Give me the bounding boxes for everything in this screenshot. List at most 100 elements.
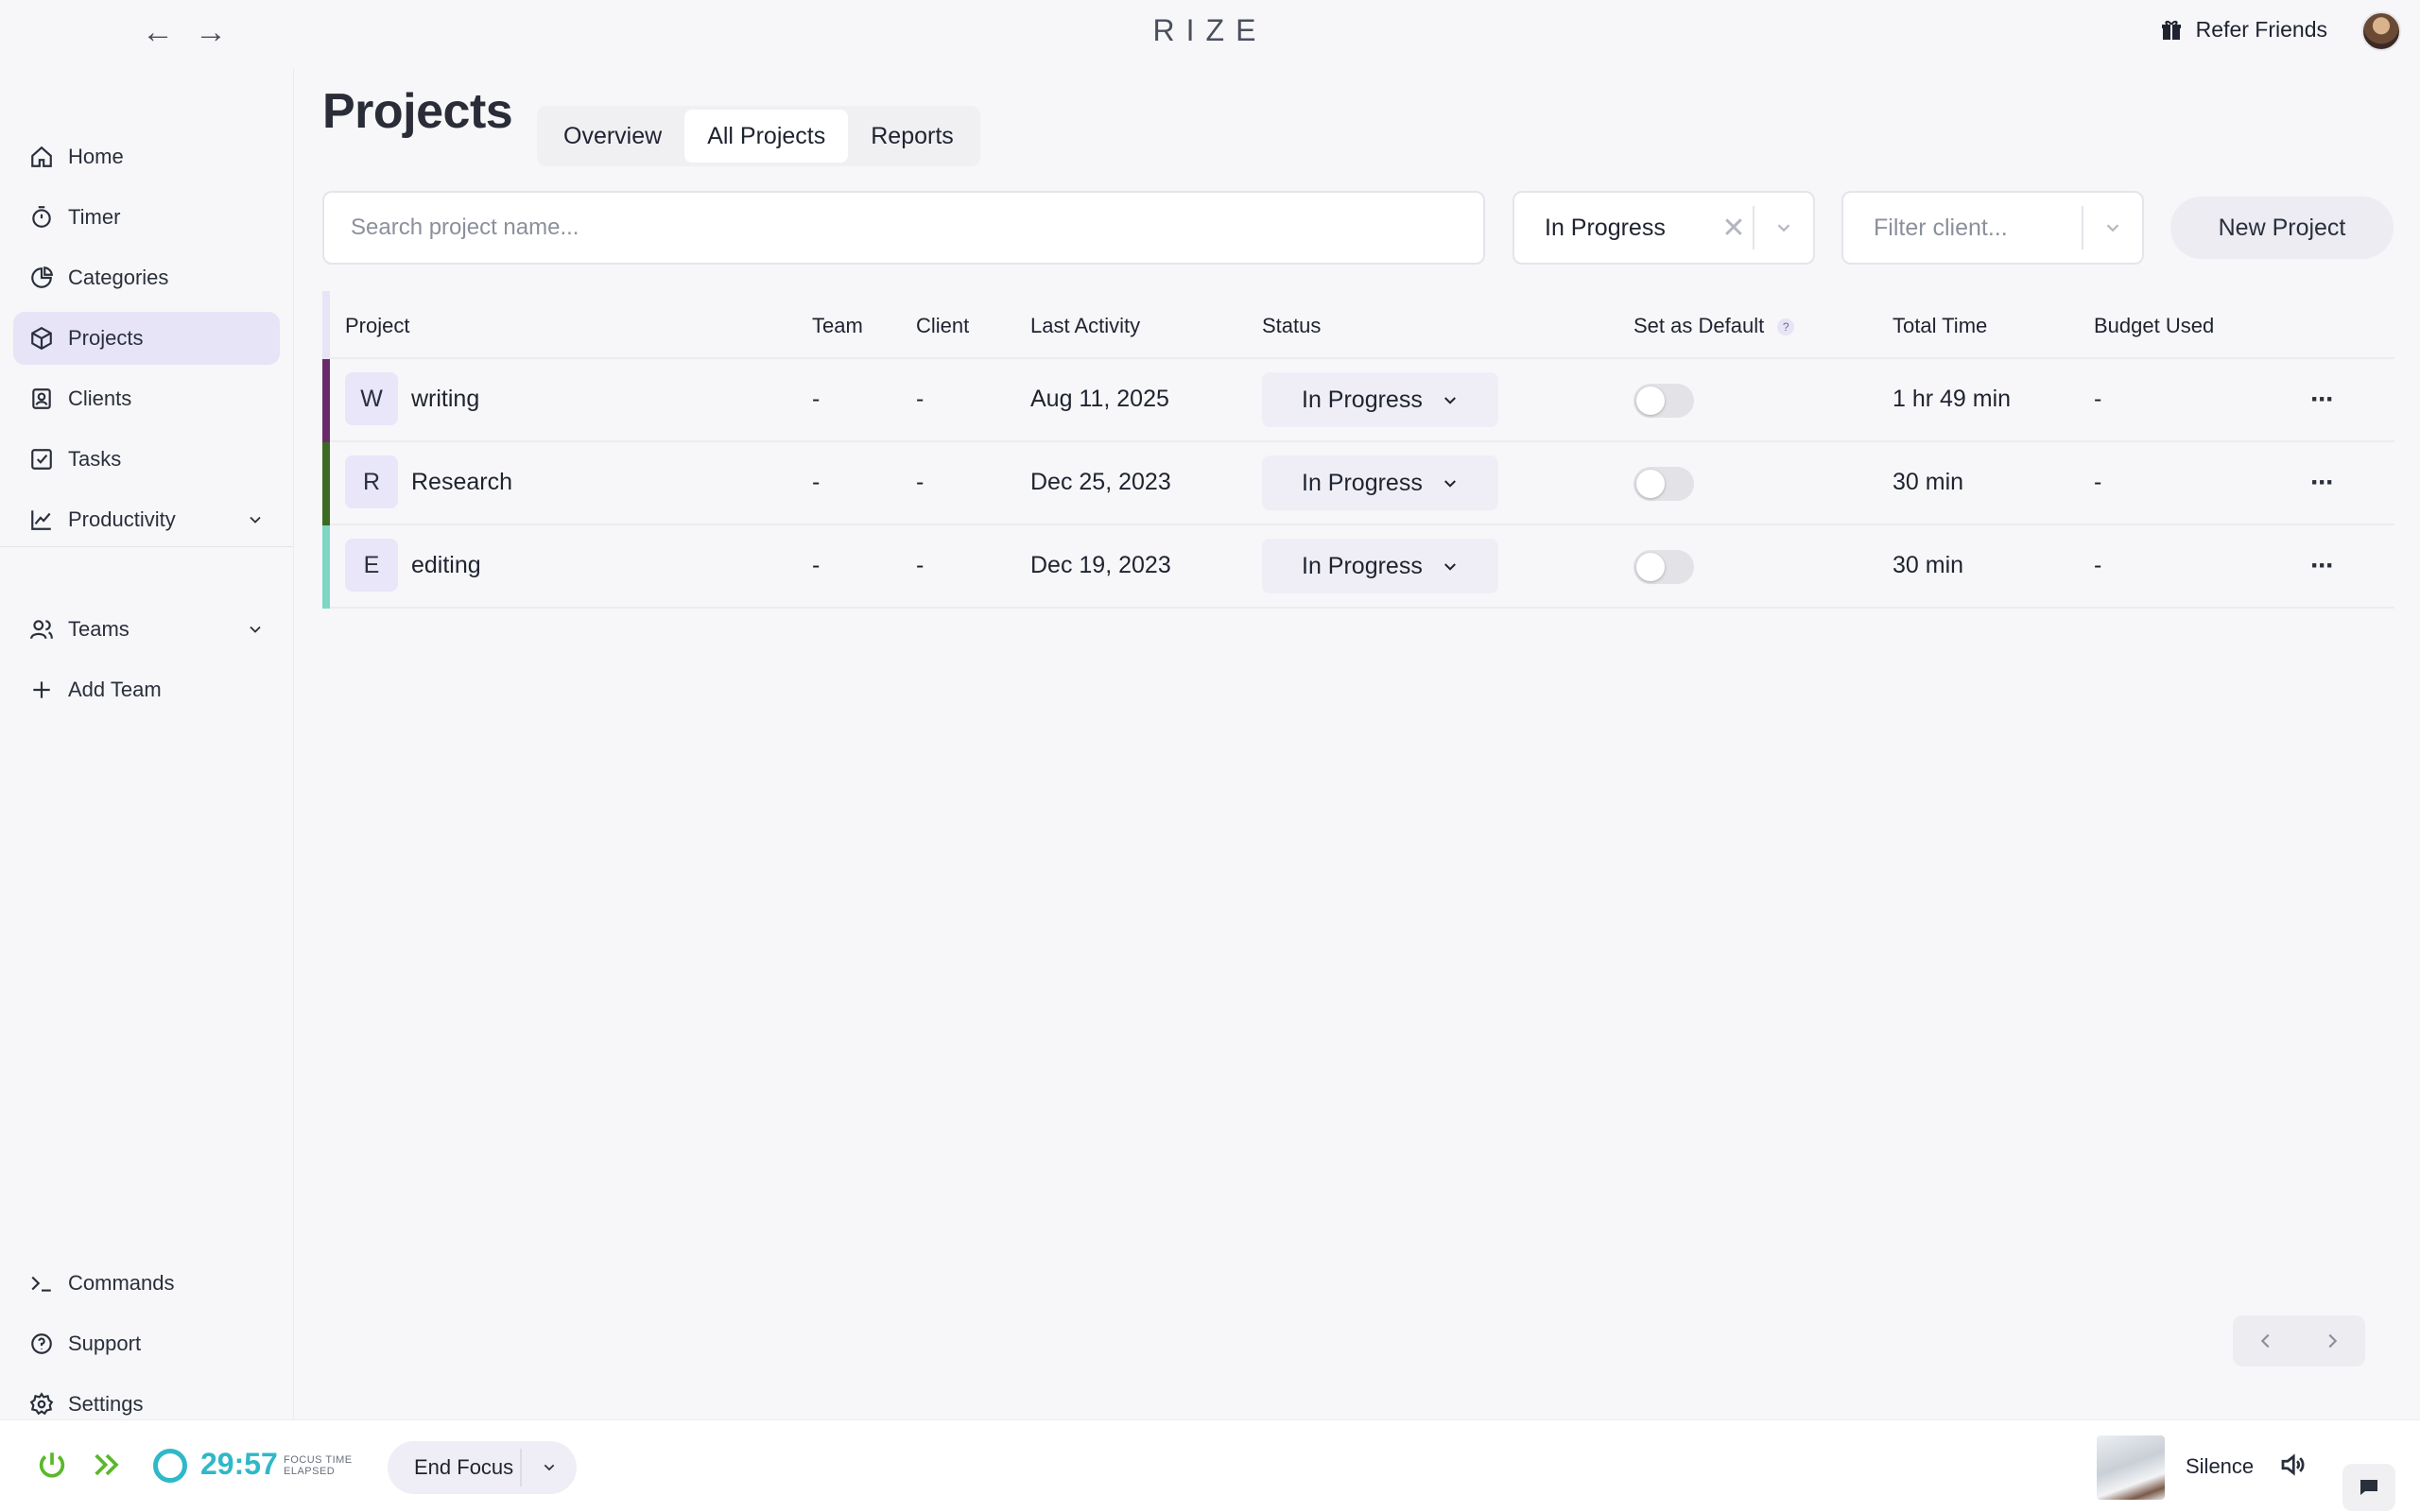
music-artwork[interactable] <box>2097 1435 2165 1500</box>
sidebar-item-clients[interactable]: Clients <box>13 372 280 425</box>
end-focus-split-button: End Focus <box>388 1441 577 1494</box>
search-project-input[interactable] <box>322 191 1485 265</box>
column-header-total-time[interactable]: Total Time <box>1893 314 1987 338</box>
contact-icon <box>28 386 55 412</box>
project-name[interactable]: writing <box>411 386 479 413</box>
users-icon <box>28 616 55 643</box>
table-row[interactable]: R Research - - Dec 25, 2023 In Progress … <box>322 442 2394 525</box>
chat-icon[interactable] <box>2342 1464 2395 1511</box>
table-header: Project Team Client Last Activity Status… <box>322 291 2394 359</box>
sidebar-item-commands[interactable]: Commands <box>13 1257 280 1310</box>
project-status-dropdown[interactable]: In Progress <box>1262 455 1498 510</box>
project-initial-badge: E <box>345 539 398 592</box>
page-title: Projects <box>322 84 513 139</box>
column-header-budget-used[interactable]: Budget Used <box>2094 314 2214 338</box>
chevron-down-icon[interactable] <box>2083 217 2142 238</box>
header-accent <box>322 291 330 359</box>
more-options-icon[interactable]: ··· <box>2298 376 2345 423</box>
project-client: - <box>916 469 925 495</box>
skip-forward-icon[interactable] <box>91 1449 123 1486</box>
project-total-time: 30 min <box>1893 552 1964 578</box>
project-team: - <box>812 552 821 578</box>
sidebar-item-categories[interactable]: Categories <box>13 251 280 304</box>
column-header-status[interactable]: Status <box>1262 314 1321 338</box>
line-chart-icon <box>28 507 55 533</box>
sidebar-item-label: Tasks <box>68 447 122 471</box>
status-filter-select[interactable]: In Progress ✕ <box>1512 191 1815 265</box>
clear-filter-icon[interactable]: ✕ <box>1715 212 1753 245</box>
pie-chart-icon <box>28 265 55 291</box>
project-last-activity: Dec 19, 2023 <box>1030 552 1171 578</box>
project-status-dropdown[interactable]: In Progress <box>1262 539 1498 593</box>
project-status-dropdown[interactable]: In Progress <box>1262 372 1498 427</box>
set-default-toggle[interactable] <box>1634 384 1694 418</box>
sidebar-item-label: Settings <box>68 1392 144 1416</box>
gift-icon <box>2161 20 2181 40</box>
column-header-last-activity[interactable]: Last Activity <box>1030 314 1140 338</box>
refer-friends-button[interactable]: Refer Friends <box>2160 17 2327 43</box>
more-options-icon[interactable]: ··· <box>2298 542 2345 590</box>
gear-icon <box>28 1391 55 1418</box>
previous-page-button[interactable] <box>2233 1315 2299 1366</box>
table-row[interactable]: W writing - - Aug 11, 2025 In Progress 1… <box>322 359 2394 442</box>
more-options-icon[interactable]: ··· <box>2298 459 2345 507</box>
project-initial-badge: R <box>345 455 398 508</box>
table-row[interactable]: E editing - - Dec 19, 2023 In Progress 3… <box>322 525 2394 609</box>
checkbox-icon <box>28 446 55 472</box>
sidebar-item-productivity[interactable]: Productivity <box>13 493 280 546</box>
sidebar-item-label: Teams <box>68 617 130 641</box>
project-name[interactable]: Research <box>411 469 512 496</box>
sidebar-item-tasks[interactable]: Tasks <box>13 433 280 486</box>
power-icon[interactable] <box>36 1449 68 1486</box>
user-avatar[interactable] <box>2361 11 2401 51</box>
column-header-client[interactable]: Client <box>916 314 969 338</box>
app-logo: RIZE <box>1152 13 1268 47</box>
sidebar-item-teams[interactable]: Teams <box>13 603 280 656</box>
project-last-activity: Aug 11, 2025 <box>1030 386 1169 412</box>
project-color-bar <box>322 442 330 525</box>
status-filter-value: In Progress <box>1545 214 1666 241</box>
sidebar-item-home[interactable]: Home <box>13 130 280 183</box>
sidebar-item-add-team[interactable]: Add Team <box>13 663 280 716</box>
help-icon[interactable]: ? <box>1777 318 1795 335</box>
sidebar-item-label: Clients <box>68 387 132 410</box>
column-header-team[interactable]: Team <box>812 314 863 338</box>
tab-reports[interactable]: Reports <box>848 110 977 163</box>
column-header-set-default[interactable]: Set as Default? <box>1634 314 1795 338</box>
sidebar: Home Timer Categories Projects Clients T… <box>0 68 293 1419</box>
chevron-right-icon <box>2328 1333 2338 1349</box>
new-project-button[interactable]: New Project <box>2170 197 2394 259</box>
sidebar-item-timer[interactable]: Timer <box>13 191 280 244</box>
client-filter-select[interactable]: Filter client... <box>1841 191 2144 265</box>
help-circle-icon <box>28 1331 55 1357</box>
tab-all-projects[interactable]: All Projects <box>684 110 849 163</box>
sidebar-item-label: Productivity <box>68 507 176 531</box>
sidebar-item-label: Projects <box>68 326 144 350</box>
column-header-project[interactable]: Project <box>345 314 409 338</box>
focus-bar: 29:57 FOCUS TIME ELAPSED End Focus Silen… <box>0 1419 2420 1512</box>
sidebar-item-support[interactable]: Support <box>13 1317 280 1370</box>
sidebar-item-projects[interactable]: Projects <box>13 312 280 365</box>
chevron-down-icon[interactable] <box>1754 217 1813 238</box>
set-default-toggle[interactable] <box>1634 550 1694 584</box>
chevron-down-icon <box>544 1464 555 1471</box>
project-status-label: In Progress <box>1302 386 1423 413</box>
speaker-icon[interactable] <box>2278 1451 2307 1484</box>
project-total-time: 30 min <box>1893 469 1964 495</box>
focus-progress-ring <box>153 1449 187 1483</box>
tab-overview[interactable]: Overview <box>541 110 684 163</box>
project-last-activity: Dec 25, 2023 <box>1030 469 1171 495</box>
project-budget-used: - <box>2094 469 2102 495</box>
project-status-label: In Progress <box>1302 552 1423 579</box>
end-focus-button[interactable]: End Focus <box>388 1455 520 1480</box>
sidebar-item-label: Timer <box>68 205 121 229</box>
project-name[interactable]: editing <box>411 552 481 579</box>
next-page-button[interactable] <box>2299 1315 2365 1366</box>
project-initial-badge: W <box>345 372 398 425</box>
forward-arrow-icon[interactable]: → <box>195 13 227 51</box>
end-focus-dropdown[interactable] <box>522 1460 577 1475</box>
set-default-toggle[interactable] <box>1634 467 1694 501</box>
back-arrow-icon[interactable]: ← <box>142 13 174 51</box>
music-title[interactable]: Silence <box>2186 1454 2254 1479</box>
sidebar-divider <box>0 546 293 547</box>
